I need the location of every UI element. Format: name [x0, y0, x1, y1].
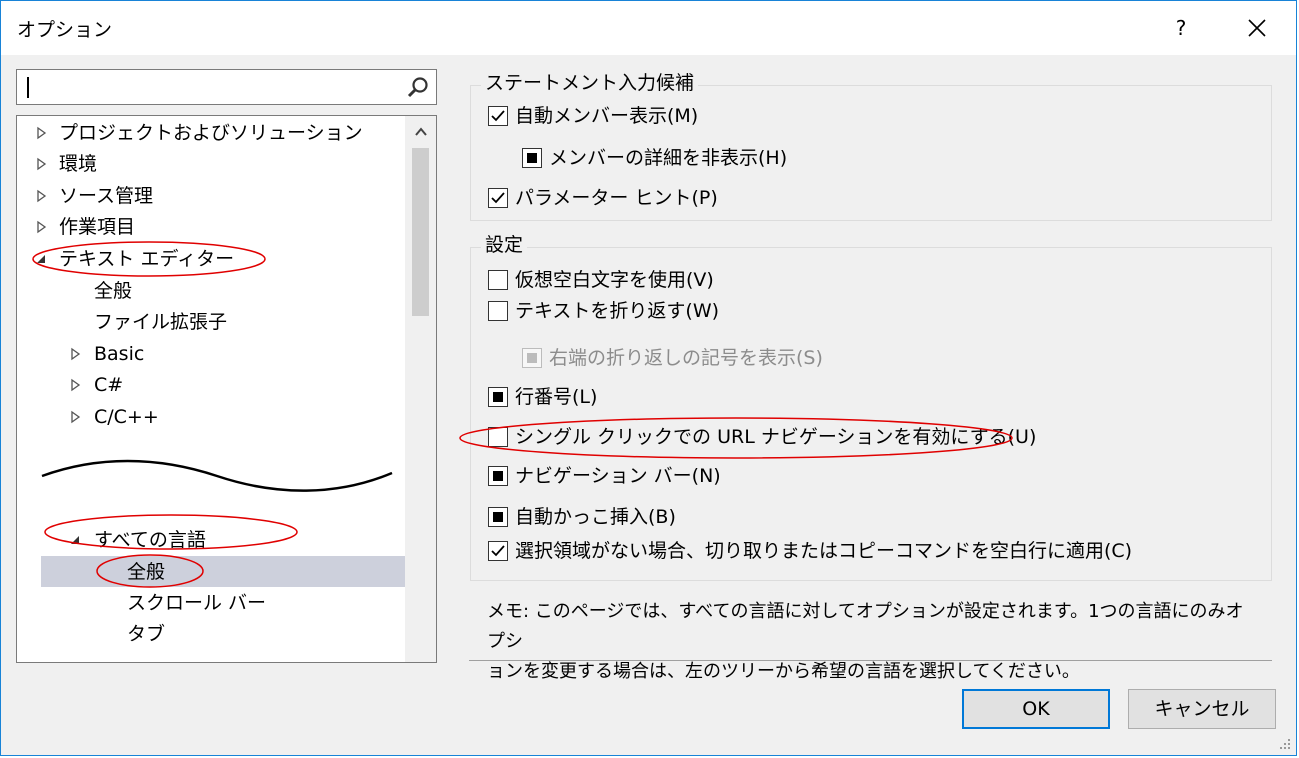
- title-bar: オプション ?: [1, 1, 1296, 55]
- settings-title: 設定: [481, 233, 528, 257]
- collapsed-arrow-icon: [37, 189, 47, 203]
- help-button[interactable]: ?: [1161, 9, 1201, 47]
- collapsed-arrow-icon: [71, 347, 81, 361]
- option-label: シングル クリックでの URL ナビゲーションを有効にする(U): [515, 426, 1037, 448]
- checkbox-box: [488, 106, 508, 126]
- window-title: オプション: [17, 19, 113, 41]
- close-icon: [1248, 19, 1266, 37]
- checkbox-box: [488, 466, 508, 486]
- option-label: パラメーター ヒント(P): [515, 187, 718, 209]
- expanded-arrow-icon: [71, 536, 79, 544]
- tree-item-label: 作業項目: [59, 216, 136, 238]
- indeterminate-mark: [493, 512, 503, 522]
- expanded-arrow-icon: [37, 255, 45, 263]
- checkmark-icon: [491, 192, 505, 204]
- options-dialog: オプション ? プロジェクトおよびソリューション 環境 ソース管理 作業項目 テ…: [0, 0, 1297, 756]
- collapsed-arrow-icon: [71, 410, 81, 424]
- tree-item-label: タブ: [127, 623, 166, 645]
- cancel-button[interactable]: キャンセル: [1128, 689, 1276, 729]
- search-input[interactable]: [16, 69, 437, 105]
- collapsed-arrow-icon: [37, 220, 47, 234]
- option-label: 行番号(L): [515, 386, 598, 408]
- close-button[interactable]: [1235, 9, 1279, 47]
- tree-item-label: すべての言語: [94, 529, 206, 551]
- collapsed-arrow-icon: [71, 378, 81, 392]
- option-label: 自動かっこ挿入(B): [515, 506, 676, 528]
- note-line-1: メモ: このページでは、すべての言語に対してオプションが設定されます。1つの言語…: [487, 601, 1244, 652]
- resize-grip-icon[interactable]: [1278, 737, 1292, 751]
- indeterminate-mark: [493, 471, 503, 481]
- option-label: 右端の折り返しの記号を表示(S): [549, 347, 823, 369]
- checkbox-box: [522, 148, 542, 168]
- options-tree[interactable]: プロジェクトおよびソリューション 環境 ソース管理 作業項目 テキスト エディタ…: [16, 115, 437, 663]
- tree-item-label: スクロール バー: [127, 592, 267, 614]
- statement-completion-title: ステートメント入力候補: [481, 71, 699, 95]
- tree-item-label: 全般: [94, 280, 133, 302]
- option-label: 選択領域がない場合、切り取りまたはコピーコマンドを空白行に適用(C): [515, 540, 1133, 562]
- omission-wave: [41, 459, 393, 492]
- option-label: ナビゲーション バー(N): [515, 465, 721, 487]
- checkbox-box: [488, 541, 508, 561]
- checkbox-box: [488, 270, 508, 290]
- checkbox-box: [488, 301, 508, 321]
- search-icon: [407, 77, 428, 98]
- tree-item-label: ファイル拡張子: [94, 311, 228, 333]
- option-label: メンバーの詳細を非表示(H): [549, 147, 788, 169]
- collapsed-arrow-icon: [37, 157, 47, 171]
- ok-button[interactable]: OK: [962, 689, 1110, 729]
- checkbox-box: [488, 427, 508, 447]
- chevron-up-icon: [414, 127, 427, 136]
- divider: [469, 660, 1272, 661]
- checkmark-icon: [491, 110, 505, 122]
- tree-item-label: C/C++: [94, 406, 159, 428]
- indeterminate-mark: [493, 392, 503, 402]
- checkbox-box: [488, 507, 508, 527]
- option-label: テキストを折り返す(W): [515, 300, 720, 322]
- tree-scrollbar[interactable]: [405, 116, 436, 662]
- indeterminate-mark: [527, 353, 537, 363]
- note-line-2: ョンを変更する場合は、左のツリーから希望の言語を選択してください。: [487, 661, 1080, 682]
- tree-item-label: 環境: [59, 153, 98, 175]
- tree-item-label: テキスト エディター: [59, 248, 235, 270]
- scrollbar-thumb[interactable]: [412, 148, 429, 316]
- option-label: 自動メンバー表示(M): [515, 105, 699, 127]
- collapsed-arrow-icon: [37, 126, 47, 140]
- tree-selection-highlight: [41, 556, 405, 587]
- checkbox-box: [488, 188, 508, 208]
- tree-item-label: Basic: [94, 343, 145, 365]
- option-label: 仮想空白文字を使用(V): [515, 269, 714, 291]
- text-caret: [27, 77, 29, 98]
- checkmark-icon: [491, 545, 505, 557]
- tree-item-label: C#: [94, 374, 124, 396]
- tree-item-label: ソース管理: [59, 185, 154, 207]
- note-text: メモ: このページでは、すべての言語に対してオプションが設定されます。1つの言語…: [487, 597, 1257, 687]
- scroll-up-button[interactable]: [405, 116, 436, 146]
- indeterminate-mark: [527, 153, 537, 163]
- checkbox-box: [488, 387, 508, 407]
- checkbox-box: [522, 348, 542, 368]
- tree-item-label: プロジェクトおよびソリューション: [59, 122, 363, 144]
- tree-item-label: 全般: [127, 561, 166, 583]
